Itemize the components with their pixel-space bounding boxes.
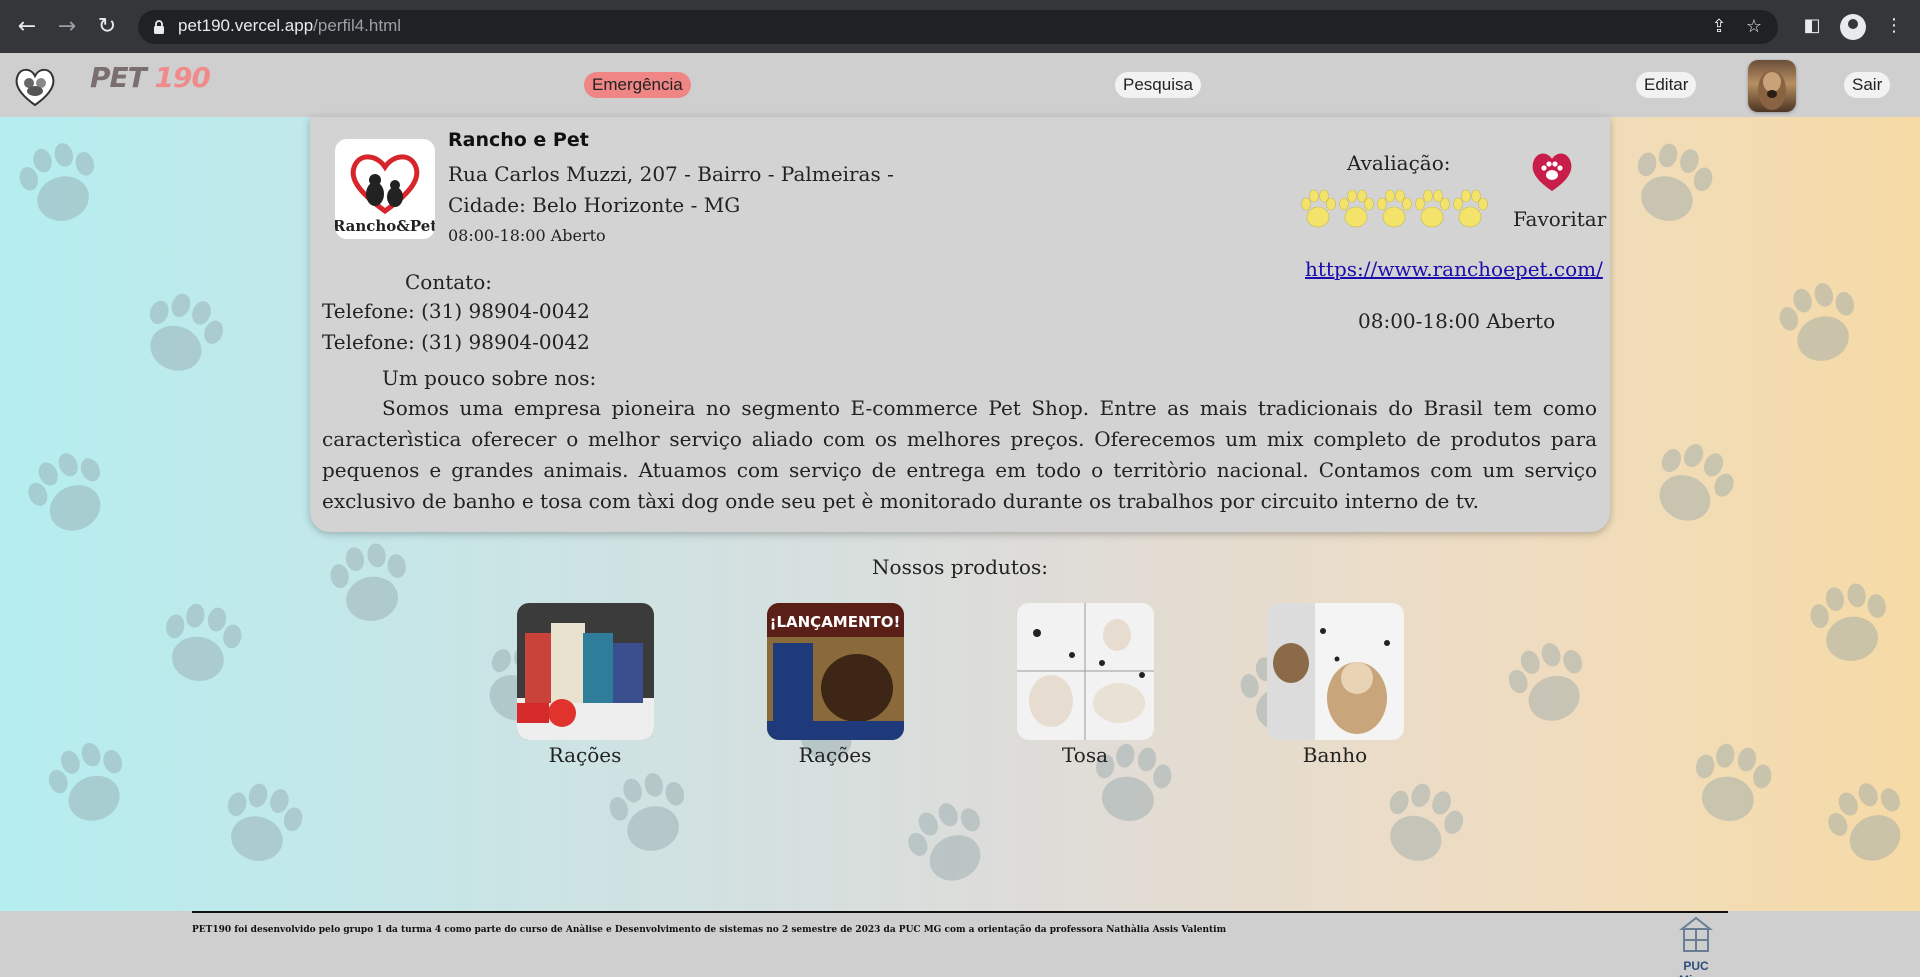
favorite-button[interactable]: Favoritar [1513, 207, 1606, 231]
product-image[interactable] [1016, 603, 1154, 740]
store-hours: 08:00-18:00 Aberto [448, 226, 606, 245]
back-icon[interactable]: ← [12, 12, 42, 42]
about-title: Um pouco sobre nos: [382, 366, 597, 390]
puc-label: PUC Minas [1679, 959, 1713, 977]
product-item[interactable]: ¡LANÇAMENTO! Rações [765, 603, 905, 767]
heart-paw-icon[interactable] [1528, 147, 1576, 195]
phone-1: Telefone: (31) 98904-0042 [322, 299, 590, 323]
store-card: Rancho&Pet Rancho e Pet Rua Carlos Muzzi… [310, 117, 1610, 532]
store-hours-right: 08:00-18:00 Aberto [1358, 309, 1556, 333]
svg-text:Rancho&Pet: Rancho&Pet [335, 217, 435, 235]
forward-icon[interactable]: → [52, 12, 82, 42]
lock-icon [154, 20, 164, 34]
brand-logo-text[interactable]: PET 190 [90, 61, 211, 94]
footer-credit: PET190 foi desenvolvido pelo grupo 1 da … [192, 925, 1227, 935]
paw-star-icon[interactable] [1413, 187, 1451, 231]
url-text: pet190.vercel.app/perfil4.html [178, 16, 402, 35]
product-image[interactable]: ¡LANÇAMENTO! [766, 603, 904, 740]
menu-dots-icon[interactable]: ⋮ [1882, 14, 1906, 38]
product-image[interactable] [516, 603, 654, 740]
share-icon[interactable]: ⇪ [1708, 16, 1730, 38]
browser-toolbar: ← → ↻ pet190.vercel.app/perfil4.html ⇪ ☆… [0, 0, 1920, 53]
edit-button[interactable]: Editar [1636, 72, 1697, 98]
paw-star-icon[interactable] [1299, 187, 1337, 231]
logout-button[interactable]: Sair [1844, 72, 1891, 98]
rating-stars[interactable] [1299, 187, 1489, 231]
bookmark-star-icon[interactable]: ☆ [1743, 16, 1765, 38]
products-title: Nossos produtos: [872, 555, 1048, 579]
product-label: Rações [798, 743, 872, 767]
paw-star-icon[interactable] [1451, 187, 1489, 231]
website-link[interactable]: https://www.ranchoepet.com/ [1305, 257, 1603, 281]
contact-title: Contato: [405, 270, 493, 294]
product-item[interactable]: Rações [515, 603, 655, 767]
store-name: Rancho e Pet [448, 129, 589, 151]
about-text: Somos uma empresa pioneira no segmento E… [322, 396, 1597, 513]
avatar[interactable] [1748, 60, 1796, 112]
side-panel-icon[interactable]: ◧ [1800, 14, 1824, 38]
reload-icon[interactable]: ↻ [92, 12, 122, 42]
footer-divider [192, 911, 1728, 913]
product-item[interactable]: Tosa [1015, 603, 1155, 767]
site-header: PET 190 Emergência Pesquisa Editar Sair [0, 53, 1920, 117]
paw-star-icon[interactable] [1337, 187, 1375, 231]
product-image[interactable] [1266, 603, 1404, 740]
svg-text:¡LANÇAMENTO!: ¡LANÇAMENTO! [769, 613, 900, 631]
product-item[interactable]: Banho [1265, 603, 1405, 767]
search-button[interactable]: Pesquisa [1115, 72, 1201, 98]
phone-2: Telefone: (31) 98904-0042 [322, 330, 590, 354]
footer: PET190 foi desenvolvido pelo grupo 1 da … [0, 911, 1920, 977]
store-address: Rua Carlos Muzzi, 207 - Bairro - Palmeir… [448, 162, 894, 217]
product-label: Tosa [1061, 743, 1108, 767]
profile-icon[interactable] [1840, 14, 1866, 40]
address-bar[interactable]: pet190.vercel.app/perfil4.html ⇪ ☆ [138, 10, 1778, 44]
paw-star-icon[interactable] [1375, 187, 1413, 231]
store-logo: Rancho&Pet [335, 139, 435, 239]
rating-label: Avaliação: [1347, 151, 1451, 175]
product-label: Rações [548, 743, 622, 767]
emergency-button[interactable]: Emergência [584, 72, 691, 98]
pet-logo-icon[interactable] [12, 63, 58, 109]
product-label: Banho [1302, 743, 1368, 767]
puc-logo: PUC Minas [1665, 915, 1727, 977]
puc-crest-icon [1679, 916, 1713, 952]
